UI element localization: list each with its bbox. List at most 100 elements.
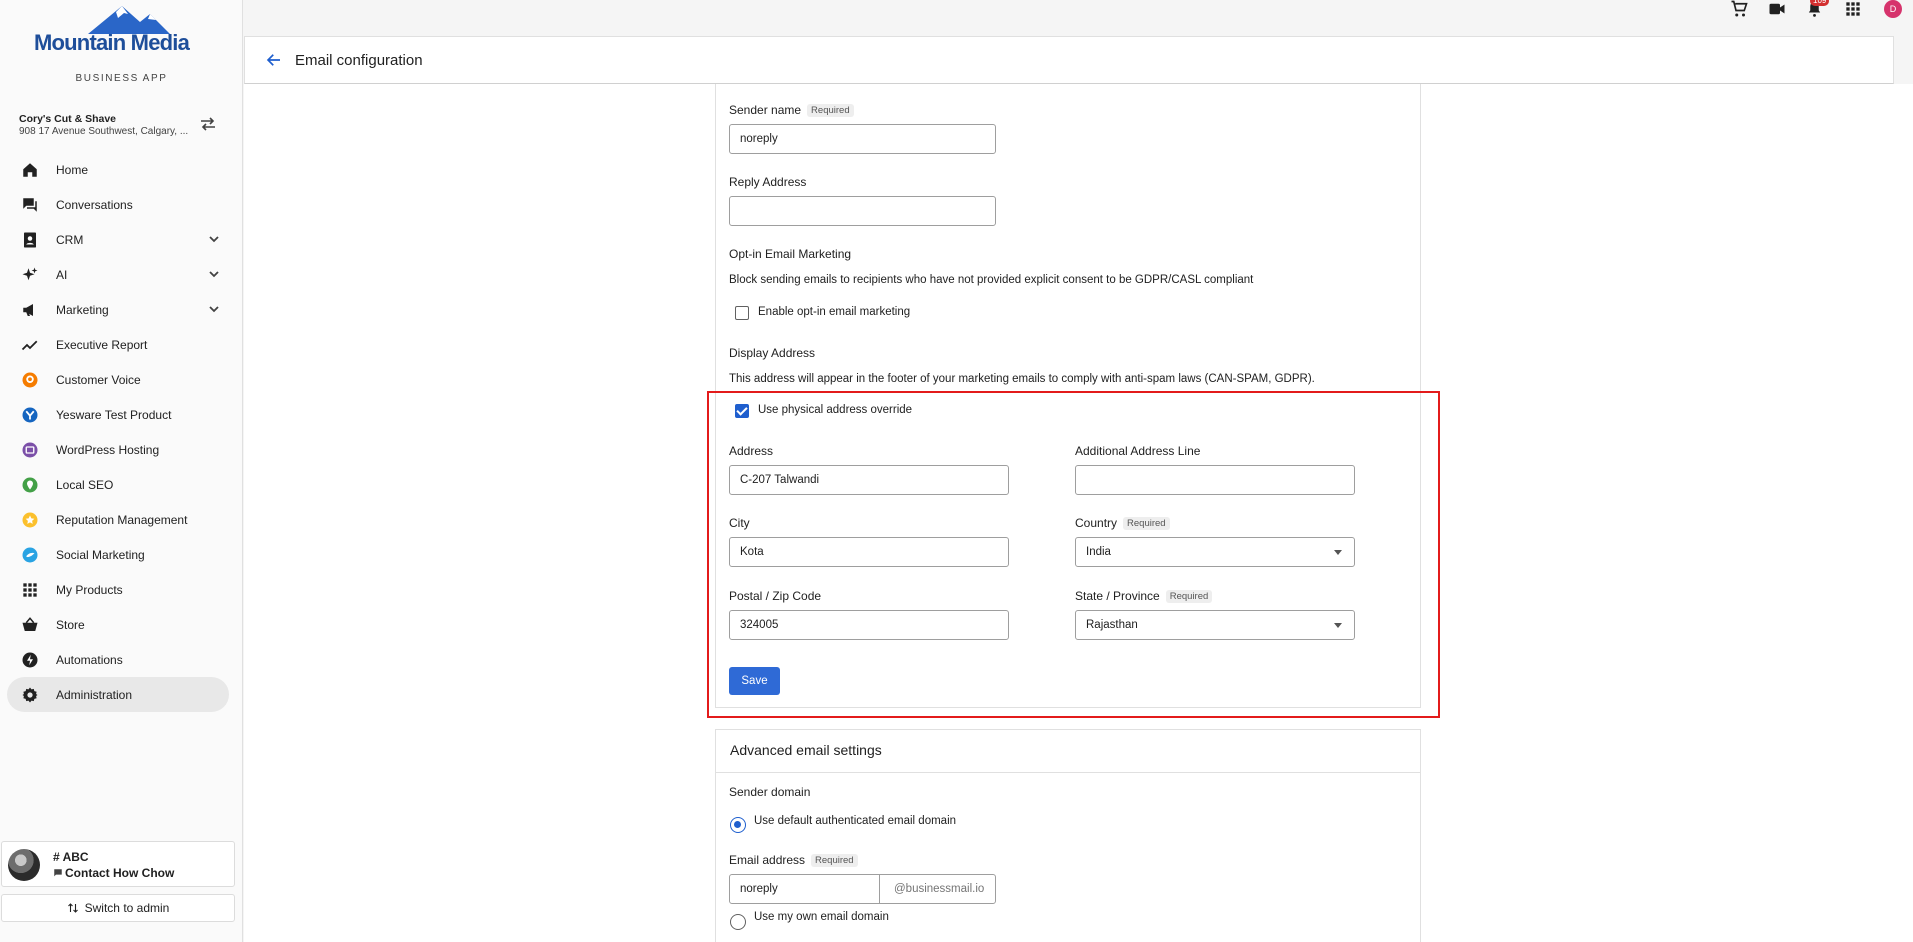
nav-label: Executive Report	[56, 337, 148, 352]
nav-label: Store	[56, 617, 85, 632]
sender-name-label: Sender name Required	[729, 103, 854, 117]
reply-address-input[interactable]	[729, 196, 996, 226]
swap-icon[interactable]	[199, 116, 217, 132]
grid-icon	[20, 580, 40, 600]
nav-label: Yesware Test Product	[56, 407, 172, 422]
switch-to-admin-button[interactable]: Switch to admin	[1, 894, 235, 922]
nav-wordpress-hosting[interactable]: WordPress Hosting	[7, 432, 229, 467]
nav-label: AI	[56, 267, 68, 282]
nav-conversations[interactable]: Conversations	[7, 187, 229, 222]
apps-grid-icon[interactable]	[1845, 1, 1861, 17]
contact-card[interactable]: # ABC Contact How Chow	[1, 841, 235, 887]
nav-home[interactable]: Home	[7, 152, 229, 187]
switch-admin-label: Switch to admin	[84, 901, 170, 915]
reply-address-label: Reply Address	[729, 175, 807, 189]
email-address-label-text: Email address	[729, 853, 806, 867]
business-selector[interactable]: Cory's Cut & Shave 908 17 Avenue Southwe…	[19, 113, 189, 137]
user-avatar[interactable]: D	[1884, 0, 1902, 18]
bolt-icon	[20, 650, 40, 670]
chat-bubble-icon	[54, 869, 62, 877]
contacts-icon	[20, 230, 40, 250]
nav-label: Administration	[56, 687, 133, 702]
nav-social-marketing[interactable]: Social Marketing	[7, 537, 229, 572]
nav-label: Social Marketing	[56, 547, 145, 562]
back-arrow-icon[interactable]	[265, 51, 283, 69]
notification-badge: 109	[1810, 0, 1830, 6]
sender-name-input[interactable]: noreply	[729, 124, 996, 154]
sidebar-nav: Home Conversations CRM AI Marketing Exec…	[7, 152, 229, 712]
contact-subtitle-text: Contact How Chow	[65, 866, 175, 880]
nav-yesware[interactable]: Yesware Test Product	[7, 397, 229, 432]
chat-icon	[20, 195, 40, 215]
nav-reputation-management[interactable]: Reputation Management	[7, 502, 229, 537]
nav-administration[interactable]: Administration	[7, 677, 229, 712]
business-name: Cory's Cut & Shave	[19, 113, 117, 125]
sender-domain-label: Sender domain	[729, 785, 811, 799]
nav-crm[interactable]: CRM	[7, 222, 229, 257]
card-divider	[716, 772, 1420, 773]
optin-title: Opt-in Email Marketing	[729, 247, 852, 261]
contact-title: # ABC	[53, 850, 89, 864]
optin-description: Block sending emails to recipients who h…	[729, 274, 1254, 286]
nav-label: Reputation Management	[56, 512, 188, 527]
nav-store[interactable]: Store	[7, 607, 229, 642]
optin-checkbox-label: Enable opt-in email marketing	[758, 306, 911, 318]
nav-executive-report[interactable]: Executive Report	[7, 327, 229, 362]
swap-vertical-icon	[67, 903, 78, 913]
highlight-box	[707, 391, 1440, 718]
nav-automations[interactable]: Automations	[7, 642, 229, 677]
nav-label: My Products	[56, 582, 123, 597]
optin-checkbox[interactable]	[735, 306, 749, 320]
star-icon	[20, 510, 40, 530]
trend-icon	[20, 335, 40, 355]
display-address-title: Display Address	[729, 346, 816, 360]
nav-label: Local SEO	[56, 477, 114, 492]
brand-name: Mountain Media	[34, 30, 190, 55]
page-header: Email configuration	[244, 36, 1894, 84]
chevron-down-icon	[209, 236, 219, 243]
nav-label: Automations	[56, 652, 123, 667]
chevron-down-icon	[209, 306, 219, 313]
cart-icon[interactable]	[1730, 0, 1748, 18]
nav-customer-voice[interactable]: Customer Voice	[7, 362, 229, 397]
location-icon	[20, 475, 40, 495]
nav-label: Conversations	[56, 197, 133, 212]
advanced-settings-title: Advanced email settings	[730, 742, 882, 758]
nav-label: Marketing	[56, 302, 109, 317]
app-subtitle: BUSINESS APP	[75, 73, 168, 84]
avatar	[8, 849, 40, 881]
megaphone-icon	[20, 300, 40, 320]
sidebar: Mountain Media BUSINESS APP Cory's Cut &…	[0, 0, 243, 942]
nav-label: Home	[56, 162, 89, 177]
email-address-label: Email address Required	[729, 853, 858, 867]
customer-voice-icon	[20, 370, 40, 390]
basket-icon	[20, 615, 40, 635]
yesware-icon	[20, 405, 40, 425]
required-badge: Required	[807, 104, 854, 117]
nav-marketing[interactable]: Marketing	[7, 292, 229, 327]
nav-label: CRM	[56, 232, 84, 247]
default-domain-label: Use default authenticated email domain	[754, 815, 957, 827]
display-address-description: This address will appear in the footer o…	[729, 373, 1315, 385]
business-address: 908 17 Avenue Southwest, Calgary, ...	[19, 126, 189, 137]
nav-ai[interactable]: AI	[7, 257, 229, 292]
chevron-down-icon	[209, 271, 219, 278]
own-domain-label: Use my own email domain	[754, 911, 889, 923]
contact-subtitle: Contact How Chow	[53, 866, 174, 880]
social-icon	[20, 545, 40, 565]
gear-icon	[20, 685, 40, 705]
nav-my-products[interactable]: My Products	[7, 572, 229, 607]
default-domain-radio[interactable]	[730, 817, 746, 833]
nav-label: WordPress Hosting	[56, 442, 160, 457]
email-address-input[interactable]: noreply	[729, 874, 880, 904]
brand-logo[interactable]: Mountain Media	[30, 4, 210, 56]
required-badge: Required	[811, 854, 858, 867]
sparkle-icon	[20, 265, 40, 285]
nav-label: Customer Voice	[56, 372, 141, 387]
page-title: Email configuration	[295, 52, 423, 69]
own-domain-radio[interactable]	[730, 914, 746, 930]
email-domain-suffix: @businessmail.io	[879, 874, 996, 904]
wordpress-icon	[20, 440, 40, 460]
nav-local-seo[interactable]: Local SEO	[7, 467, 229, 502]
video-icon[interactable]	[1768, 0, 1786, 18]
